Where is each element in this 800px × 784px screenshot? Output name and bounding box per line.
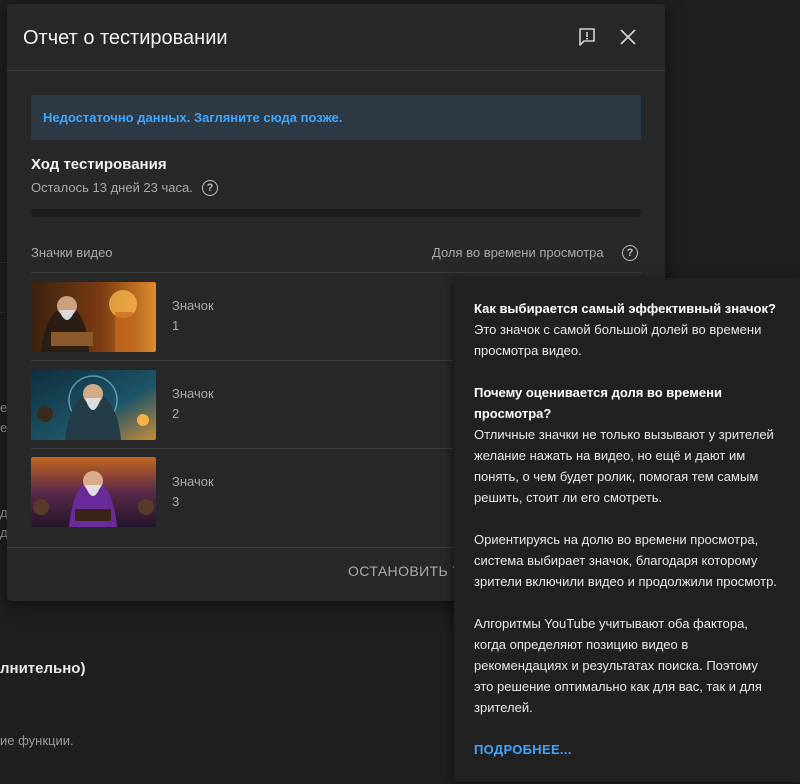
close-icon[interactable]	[617, 26, 639, 48]
thumbnail-label-3: Значок 3	[172, 472, 214, 512]
thumbnail-label-2: Значок 2	[172, 384, 214, 424]
dialog-title: Отчет о тестировании	[23, 27, 228, 49]
help-icon[interactable]: ?	[622, 245, 638, 261]
tooltip-question: Почему оценивается доля во времени просм…	[474, 385, 722, 421]
tooltip-answer: Это значок с самой большой долей во врем…	[474, 322, 762, 358]
insufficient-data-alert: Недостаточно данных. Загляните сюда позж…	[31, 95, 641, 140]
feedback-icon[interactable]	[576, 26, 598, 48]
test-progress-bar	[31, 209, 641, 217]
thumbnails-column-header: Значки видео	[31, 245, 113, 260]
thumbnail-label-text: Значок	[172, 298, 214, 313]
help-icon[interactable]: ?	[202, 180, 218, 196]
thumbnail-image-3[interactable]	[31, 457, 156, 527]
thumbnail-label-text: Значок	[172, 386, 214, 401]
thumbnail-number: 2	[172, 406, 180, 421]
watch-share-column-header: Доля во времени просмотра	[432, 245, 604, 260]
tooltip-section-1: Как выбирается самый эффективный значок?…	[474, 298, 780, 361]
thumbnail-image-1[interactable]	[31, 282, 156, 352]
dialog-header: Отчет о тестировании	[7, 4, 665, 71]
background-helper-text: ие функции.	[0, 733, 74, 748]
thumbnail-label-1: Значок 1	[172, 296, 214, 336]
tooltip-section-2: Почему оценивается доля во времени просм…	[474, 382, 780, 508]
thumbnail-number: 3	[172, 494, 180, 509]
learn-more-link[interactable]: ПОДРОБНЕЕ...	[474, 742, 572, 757]
thumbnail-label-text: Значок	[172, 474, 214, 489]
tooltip-paragraph: Алгоритмы YouTube учитывают оба фактора,…	[474, 616, 762, 715]
test-progress-title: Ход тестирования	[31, 156, 167, 173]
watch-share-tooltip: Как выбирается самый эффективный значок?…	[454, 278, 800, 782]
tooltip-answer: Отличные значки не только вызывают у зри…	[474, 427, 774, 505]
thumbnail-number: 1	[172, 318, 180, 333]
thumbnail-image-2[interactable]	[31, 370, 156, 440]
background-section-heading: лнительно)	[0, 660, 86, 677]
stop-test-button[interactable]: ОСТАНОВИТЬ Т	[348, 563, 461, 579]
background-divider	[0, 312, 7, 313]
tooltip-paragraph: Ориентируясь на долю во времени просмотр…	[474, 532, 777, 589]
tooltip-question: Как выбирается самый эффективный значок?	[474, 301, 776, 316]
time-remaining-text: Осталось 13 дней 23 часа.	[31, 180, 193, 195]
alert-text: Недостаточно данных. Загляните сюда позж…	[43, 110, 343, 125]
background-divider	[0, 262, 7, 263]
row-divider	[31, 272, 641, 273]
